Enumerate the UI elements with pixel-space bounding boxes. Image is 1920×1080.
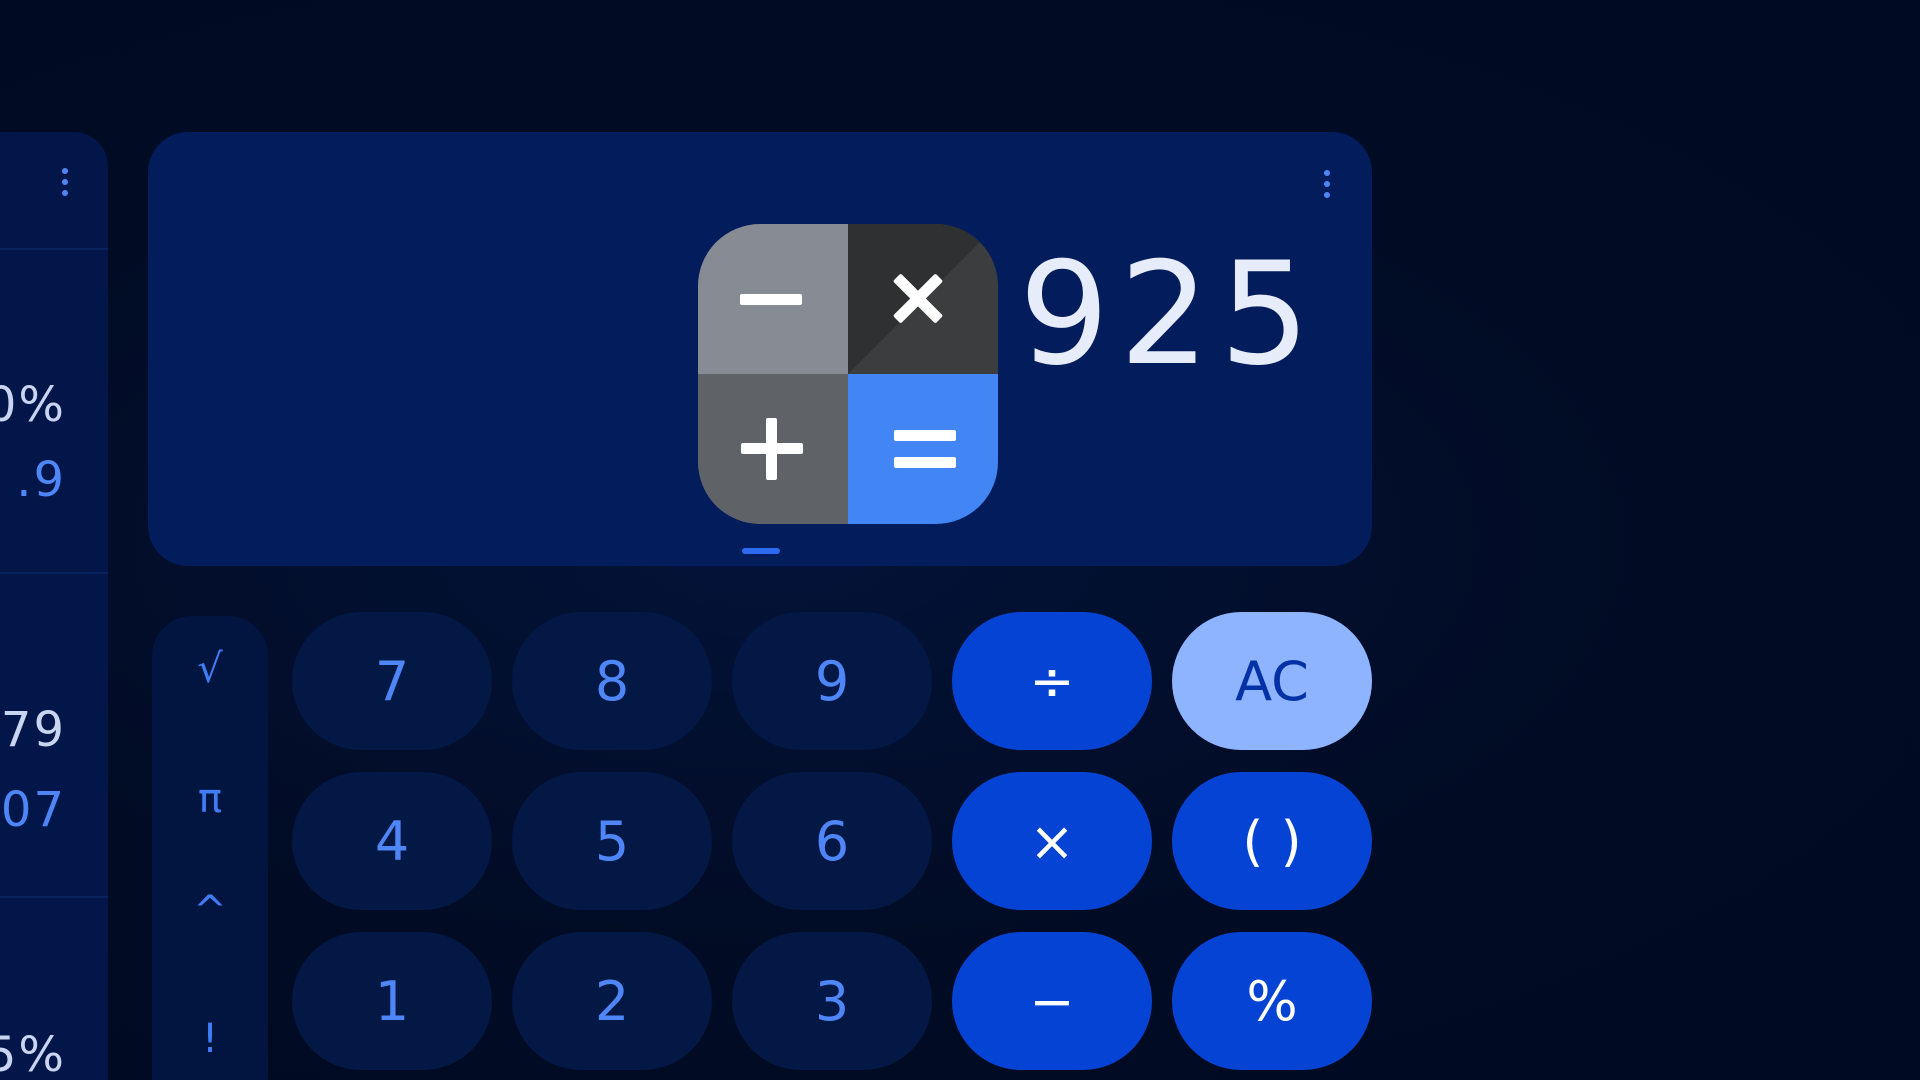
key-5[interactable]: 5 xyxy=(512,772,712,910)
calculator-app-icon xyxy=(698,224,998,524)
divide-button[interactable]: ÷ xyxy=(952,612,1152,750)
history-divider xyxy=(0,248,108,250)
parentheses-button[interactable]: ( ) xyxy=(1172,772,1372,910)
logo-equals-quadrant xyxy=(848,374,998,524)
percent-button[interactable]: % xyxy=(1172,932,1372,1070)
key-1[interactable]: 1 xyxy=(292,932,492,1070)
subtract-button[interactable]: − xyxy=(952,932,1152,1070)
history-divider xyxy=(0,572,108,574)
history-expression[interactable]: 5% xyxy=(0,1027,66,1080)
power-button[interactable]: ^ xyxy=(152,888,268,934)
factorial-button[interactable]: ! xyxy=(152,1016,268,1062)
calculator-app: 0% .9 79 07 5% 925 √ π ^ ! 7 8 9 ÷ AC 4 … xyxy=(0,0,1920,1080)
more-options-icon[interactable] xyxy=(1324,170,1330,198)
history-result[interactable]: .9 xyxy=(16,452,66,508)
key-4[interactable]: 4 xyxy=(292,772,492,910)
history-result[interactable]: 07 xyxy=(1,782,66,838)
history-panel: 0% .9 79 07 5% xyxy=(0,132,108,1080)
key-7[interactable]: 7 xyxy=(292,612,492,750)
multiply-button[interactable]: × xyxy=(952,772,1152,910)
history-divider xyxy=(0,896,108,898)
scientific-panel: √ π ^ ! xyxy=(152,616,268,1080)
key-3[interactable]: 3 xyxy=(732,932,932,1070)
sqrt-button[interactable]: √ xyxy=(152,646,268,692)
pi-button[interactable]: π xyxy=(152,776,268,822)
key-8[interactable]: 8 xyxy=(512,612,712,750)
history-expression[interactable]: 79 xyxy=(1,702,66,758)
key-2[interactable]: 2 xyxy=(512,932,712,1070)
logo-plus-quadrant xyxy=(698,374,848,524)
history-more-icon[interactable] xyxy=(62,168,68,196)
display-card: 925 xyxy=(148,132,1372,566)
key-6[interactable]: 6 xyxy=(732,772,932,910)
display-value: 925 xyxy=(1018,232,1320,397)
all-clear-button[interactable]: AC xyxy=(1172,612,1372,750)
key-9[interactable]: 9 xyxy=(732,612,932,750)
history-expression[interactable]: 0% xyxy=(0,377,66,433)
logo-times-quadrant xyxy=(848,224,998,374)
drag-handle[interactable] xyxy=(742,548,780,554)
logo-minus-quadrant xyxy=(698,224,848,374)
